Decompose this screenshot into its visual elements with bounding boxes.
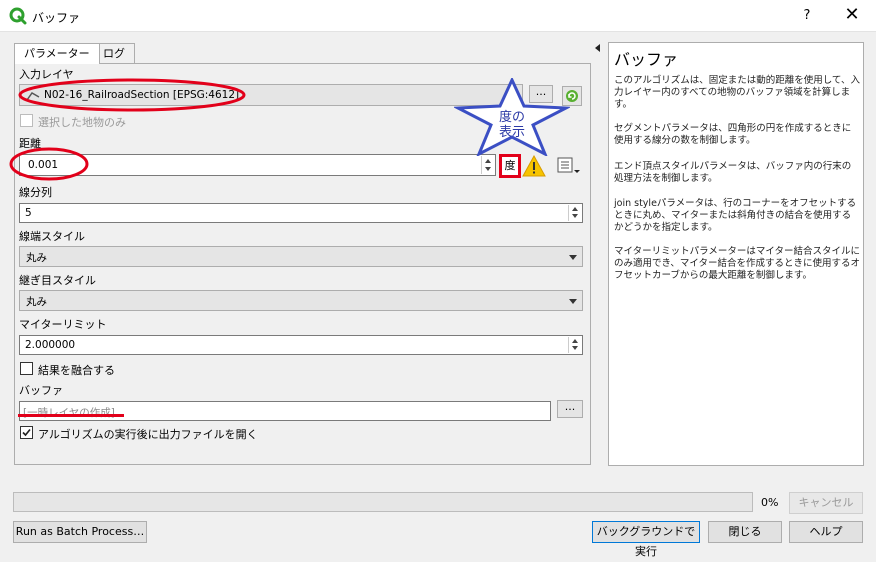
arrow-up-icon [485, 159, 491, 163]
dissolve-label: 結果を融合する [38, 364, 115, 377]
collapse-help-icon[interactable] [594, 44, 602, 52]
end-cap-combo[interactable]: 丸み [19, 246, 583, 267]
segments-label: 線分列 [19, 186, 52, 199]
title-close-button[interactable]: ✕ [838, 4, 866, 26]
star-text-line1: 度の [499, 109, 525, 125]
miter-label: マイターリミット [19, 318, 107, 331]
star-text-line2: 表示 [499, 125, 525, 140]
help-panel: バッファ このアルゴリズムは、固定または動的距離を使用して、入力レイヤー内のすべ… [608, 42, 864, 466]
open-output-checkbox[interactable] [20, 426, 33, 439]
qgis-logo-icon [9, 7, 27, 25]
chevron-down-icon [569, 255, 577, 260]
help-title: バッファ [614, 50, 679, 69]
data-defined-override-icon[interactable] [556, 156, 582, 176]
join-label: 継ぎ目スタイル [19, 274, 96, 287]
help-paragraph-1: このアルゴリズムは、固定または動的距離を使用して、入力レイヤー内のすべての地物の… [614, 75, 860, 110]
title-help-button[interactable]: ? [796, 6, 818, 26]
output-placeholder: [一時レイヤの作成] [23, 407, 115, 419]
cancel-button[interactable]: キャンセル [789, 492, 863, 514]
segments-stepper[interactable] [568, 205, 581, 221]
selected-only-label: 選択した地物のみ [38, 116, 126, 129]
window-title: バッファ [32, 11, 81, 25]
help-button[interactable]: ヘルプ [789, 521, 863, 543]
miter-value: 2.000000 [25, 339, 76, 351]
chevron-down-icon [569, 299, 577, 304]
output-field[interactable]: [一時レイヤの作成] [19, 401, 551, 421]
help-paragraph-2: セグメントパラメータは、四角形の円を作成するときに使用する線分の数を制御します。 [614, 123, 852, 146]
arrow-up-icon [572, 207, 578, 211]
distance-unit: 度 [499, 154, 521, 178]
arrow-down-icon [485, 167, 491, 171]
tab-parameters[interactable]: パラメーター [14, 43, 100, 64]
help-paragraph-3: エンド頂点スタイルパラメータは、バッファ内の行末の処理方法を制御します。 [614, 161, 852, 184]
miter-stepper[interactable] [568, 337, 581, 353]
end-cap-value: 丸み [26, 252, 47, 264]
segments-value: 5 [25, 207, 32, 219]
warning-icon [522, 155, 546, 177]
segments-spinbox[interactable]: 5 [19, 203, 583, 223]
help-paragraph-5: マイターリミットパラメーターはマイター結合スタイルにのみ適用でき、マイター結合を… [614, 246, 860, 281]
end-cap-label: 線端スタイル [19, 230, 85, 243]
output-browse-button[interactable]: ... [557, 400, 583, 418]
progress-bar [13, 492, 753, 512]
highlight-ellipse-input [18, 78, 246, 112]
open-output-label: アルゴリズムの実行後に出力ファイルを開く [38, 428, 258, 441]
dissolve-checkbox[interactable] [20, 362, 33, 375]
help-paragraph-4: join styleパラメータは、行のコーナーをオフセットするときに丸め、マイタ… [614, 198, 857, 233]
progress-percent: 0% [761, 496, 779, 509]
arrow-up-icon [572, 339, 578, 343]
batch-process-button[interactable]: Run as Batch Process… [13, 521, 147, 543]
checkmark-icon [22, 428, 31, 437]
annotation-star: 度の 表示 [454, 78, 570, 156]
arrow-down-icon [572, 346, 578, 350]
output-underline-annotation [18, 414, 124, 417]
distance-spinbox[interactable]: 0.001 [19, 154, 496, 176]
close-button[interactable]: 閉じる [708, 521, 782, 543]
run-background-button[interactable]: バックグラウンドで実行 [592, 521, 700, 558]
join-value: 丸み [26, 296, 47, 308]
output-label: バッファ [19, 384, 63, 397]
miter-spinbox[interactable]: 2.000000 [19, 335, 583, 355]
highlight-ellipse-distance [9, 147, 89, 181]
title-bar [0, 0, 876, 32]
distance-stepper[interactable] [481, 156, 494, 174]
arrow-down-icon [572, 214, 578, 218]
join-combo[interactable]: 丸み [19, 290, 583, 311]
selected-only-checkbox[interactable] [20, 114, 33, 127]
